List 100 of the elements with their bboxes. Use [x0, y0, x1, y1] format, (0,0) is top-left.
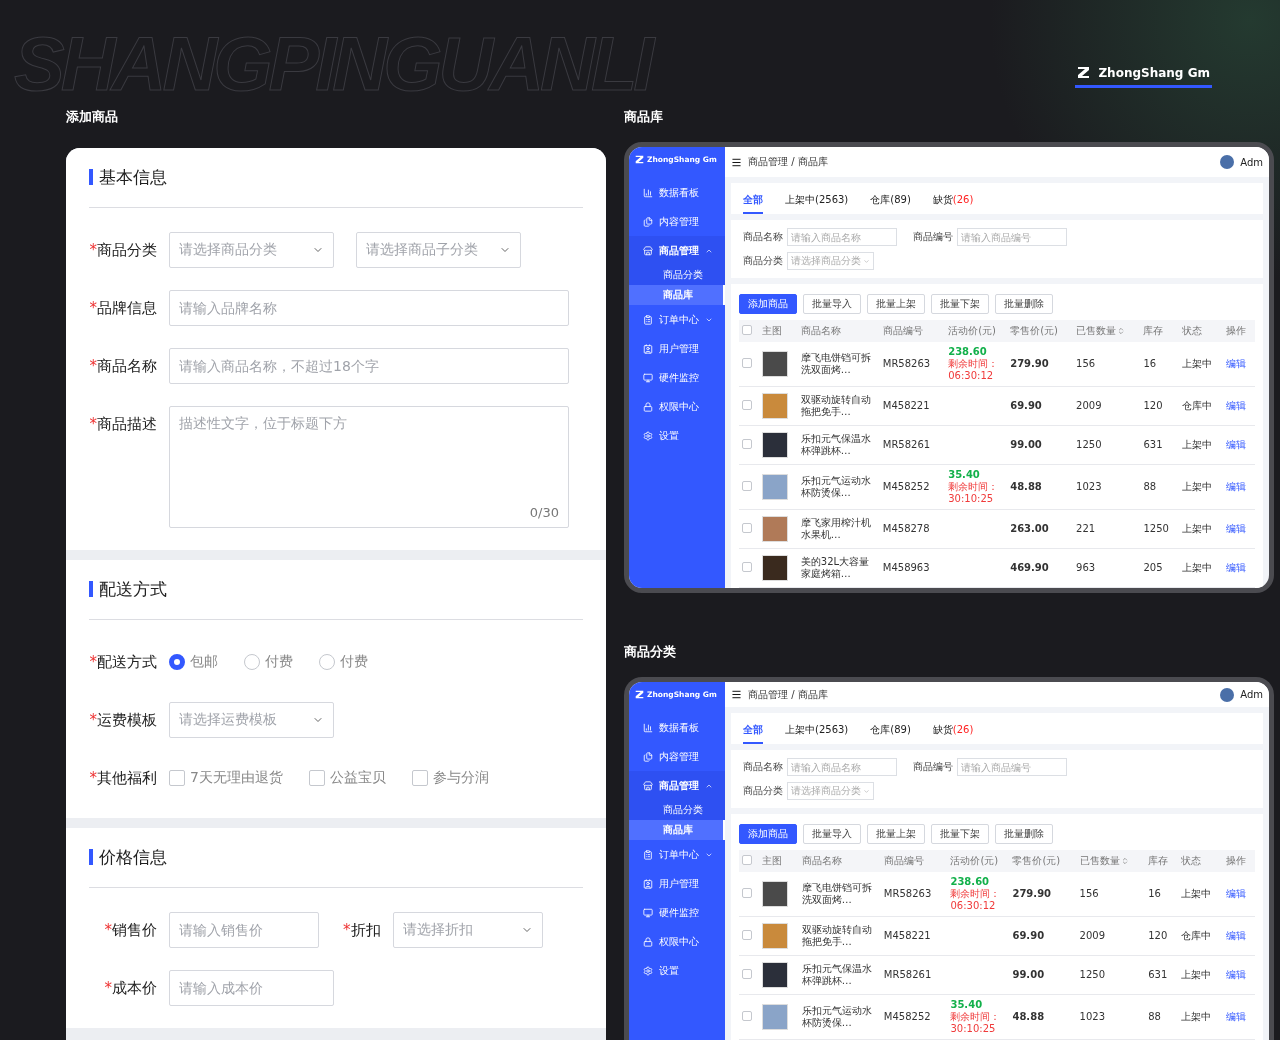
nav-subitem[interactable]: 商品库: [629, 820, 725, 840]
table-cell-text: M458221: [883, 930, 932, 942]
tab[interactable]: 缺货(26): [932, 723, 974, 744]
tab[interactable]: 全部: [743, 723, 763, 744]
action-button[interactable]: 批量下架: [931, 294, 989, 314]
action-button[interactable]: 批量下架: [931, 824, 989, 844]
table-cell-text: 双驱动旋转自动拖把免手…: [801, 924, 873, 948]
input-field[interactable]: 请输入销售价: [169, 912, 319, 948]
tab[interactable]: 上架中(2563): [785, 723, 849, 744]
edit-link[interactable]: 编辑: [1225, 930, 1252, 942]
input-field[interactable]: 请输入品牌名称: [169, 290, 569, 326]
nav-subitem[interactable]: 商品分类: [629, 265, 725, 285]
nav-item[interactable]: 订单中心: [629, 305, 725, 334]
action-button[interactable]: 批量删除: [995, 294, 1053, 314]
table-cell-text: 631: [1143, 439, 1164, 451]
column-header[interactable]: 已售数量: [1076, 850, 1146, 872]
tab[interactable]: 仓库(89): [870, 723, 911, 744]
input-field[interactable]: 请输入成本价: [169, 970, 334, 1006]
edit-link[interactable]: 编辑: [1225, 1011, 1252, 1023]
edit-link[interactable]: 编辑: [1226, 562, 1252, 574]
column-header: 活动价(元): [947, 850, 1010, 872]
table-cell-text: 631: [1148, 969, 1169, 981]
nav-item[interactable]: 权限中心: [629, 392, 725, 421]
action-button[interactable]: 批量上架: [867, 824, 925, 844]
column-header: 操作: [1223, 320, 1255, 342]
table-cell-text: 摩飞电饼铛可拆洗双面烤…: [801, 882, 873, 906]
radio-option[interactable]: 付费: [244, 653, 293, 671]
nav-item[interactable]: 用户管理: [629, 334, 725, 363]
action-button[interactable]: 批量导入: [803, 824, 861, 844]
table-cell-text: 69.90: [1010, 400, 1043, 412]
nav-item[interactable]: 硬件监控: [629, 898, 725, 927]
input-field[interactable]: 请输入商品编号: [957, 228, 1067, 246]
column-header: 零售价(元): [1009, 850, 1077, 872]
table-cell-text: 48.88: [1010, 481, 1043, 493]
filter-label: 商品分类: [743, 254, 783, 268]
edit-link[interactable]: 编辑: [1226, 358, 1252, 370]
action-button[interactable]: 添加商品: [739, 824, 797, 844]
action-button[interactable]: 批量删除: [995, 824, 1053, 844]
tab[interactable]: 仓库(89): [870, 193, 911, 214]
column-header: 库存: [1140, 320, 1179, 342]
column-header: 操作: [1222, 850, 1255, 872]
edit-link[interactable]: 编辑: [1226, 481, 1252, 493]
select-field[interactable]: 请选择商品子分类: [356, 232, 521, 268]
nav-item[interactable]: 内容管理: [629, 207, 725, 236]
select-field[interactable]: 请选择运费模板: [169, 702, 334, 738]
promo-price: 35.40: [950, 999, 984, 1011]
tab[interactable]: 上架中(2563): [785, 193, 849, 214]
action-button[interactable]: 批量导入: [803, 294, 861, 314]
section-title: 基本信息: [89, 169, 167, 185]
column-header: 活动价(元): [945, 320, 1008, 342]
table-cell-text: 88: [1148, 1011, 1162, 1023]
column-header: 主图: [758, 320, 798, 342]
checkbox-option[interactable]: 参与分润: [411, 769, 489, 787]
nav-item[interactable]: 订单中心: [629, 840, 725, 869]
input-field[interactable]: 请输入商品编号: [957, 758, 1067, 776]
action-button[interactable]: 批量上架: [867, 294, 925, 314]
column-header[interactable]: 已售数量: [1073, 320, 1141, 342]
filter-label: 商品编号: [913, 760, 953, 774]
field-label: *配送方式: [89, 652, 157, 673]
input-field[interactable]: 请输入商品名称: [787, 228, 897, 246]
tab[interactable]: 缺货(26): [932, 193, 974, 214]
nav-item[interactable]: 内容管理: [629, 742, 725, 771]
tab[interactable]: 全部: [743, 193, 763, 214]
radio-option[interactable]: 付费: [319, 653, 368, 671]
table-cell-text: 上架中: [1180, 969, 1212, 981]
input-field[interactable]: 请输入商品名称: [787, 758, 897, 776]
nav-item[interactable]: 硬件监控: [629, 363, 725, 392]
nav-item[interactable]: 设置: [629, 956, 725, 985]
edit-link[interactable]: 编辑: [1225, 969, 1252, 981]
nav-subitem[interactable]: 商品分类: [629, 800, 725, 820]
nav-subitem[interactable]: 商品库: [629, 285, 725, 305]
select-field[interactable]: 请选择商品分类: [169, 232, 334, 268]
table-cell-text: 156: [1076, 358, 1097, 370]
column-header: 商品编号: [880, 850, 948, 872]
nav-item[interactable]: 商品管理: [629, 771, 725, 800]
nav-item[interactable]: 设置: [629, 421, 725, 450]
nav-item[interactable]: 数据看板: [629, 178, 725, 207]
edit-link[interactable]: 编辑: [1226, 439, 1252, 451]
nav-item[interactable]: 权限中心: [629, 927, 725, 956]
edit-link[interactable]: 编辑: [1225, 888, 1252, 900]
table-cell-text: 1250: [1076, 439, 1103, 451]
checkbox-option[interactable]: 7天无理由退货: [169, 769, 283, 787]
input-field[interactable]: 请输入商品名称，不超过18个字: [169, 348, 569, 384]
edit-link[interactable]: 编辑: [1226, 400, 1252, 412]
nav-item[interactable]: 数据看板: [629, 713, 725, 742]
edit-link[interactable]: 编辑: [1226, 523, 1252, 535]
action-button[interactable]: 添加商品: [739, 294, 797, 314]
nav-item[interactable]: 用户管理: [629, 869, 725, 898]
breadcrumb: 商品管理 / 商品库: [748, 687, 829, 702]
table-cell-text: 上架中: [1182, 481, 1213, 493]
promo-price: 238.60: [948, 346, 988, 358]
select-field[interactable]: 请选择折扣: [392, 912, 543, 948]
checkbox-option[interactable]: 公益宝贝: [308, 769, 386, 787]
radio-option[interactable]: 包邮: [169, 653, 218, 671]
section-title: 价格信息: [89, 849, 167, 865]
field-label: *商品分类: [89, 240, 157, 261]
column-header: 商品名称: [798, 850, 881, 872]
column-header: 商品编号: [879, 320, 946, 342]
filter-label: 商品名称: [743, 230, 783, 244]
nav-item[interactable]: 商品管理: [629, 236, 725, 265]
